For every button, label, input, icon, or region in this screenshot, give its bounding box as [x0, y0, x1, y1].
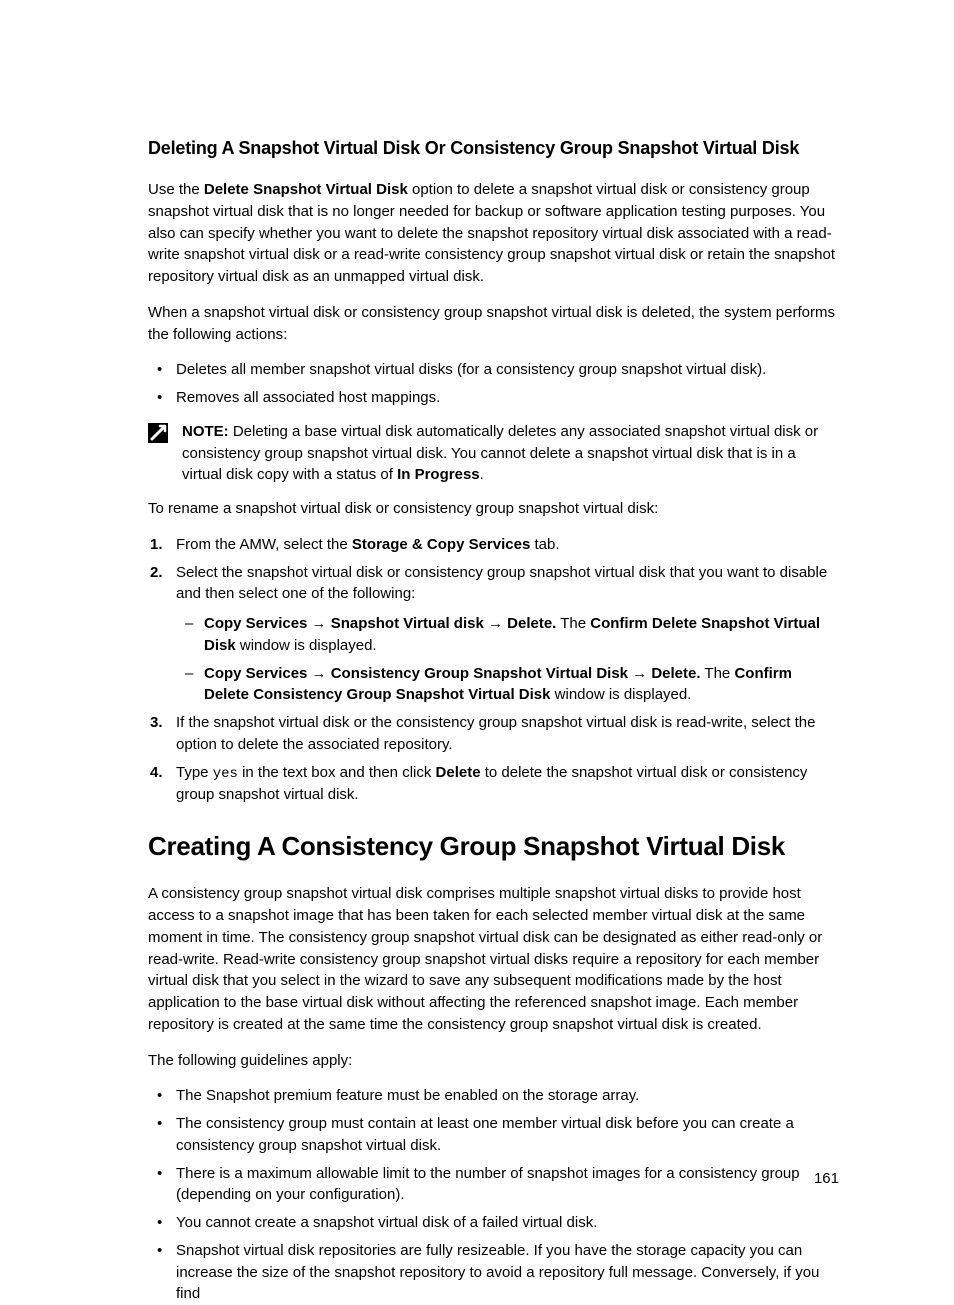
text: window is displayed. [236, 637, 377, 654]
text: . [480, 466, 484, 483]
text: Use the [148, 181, 204, 198]
text: From the AMW, select the [176, 536, 352, 553]
bullet-list: Deletes all member snapshot virtual disk… [148, 359, 839, 409]
note-label: NOTE: [182, 423, 229, 440]
bullet-list: The Snapshot premium feature must be ena… [148, 1085, 839, 1305]
text-bold: Delete [436, 764, 481, 781]
list-item: If the snapshot virtual disk or the cons… [148, 712, 839, 756]
text: The [556, 615, 590, 632]
numbered-list: From the AMW, select the Storage & Copy … [148, 534, 839, 806]
section-heading-creating: Creating A Consistency Group Snapshot Vi… [148, 828, 839, 866]
body-text: The following guidelines apply: [148, 1050, 839, 1072]
note-block: NOTE: Deleting a base virtual disk autom… [148, 421, 839, 486]
text-bold: Storage & Copy Services [352, 536, 530, 553]
note-text: NOTE: Deleting a base virtual disk autom… [182, 421, 839, 486]
list-item: Copy Services → Snapshot Virtual disk → … [176, 613, 839, 657]
list-item: Removes all associated host mappings. [148, 387, 839, 409]
section-heading-deleting: Deleting A Snapshot Virtual Disk Or Cons… [148, 135, 839, 161]
list-item: Type yes in the text box and then click … [148, 762, 839, 806]
text: in the text box and then click [238, 764, 436, 781]
list-item: Select the snapshot virtual disk or cons… [148, 562, 839, 707]
text: Deleting a base virtual disk automatical… [182, 423, 818, 484]
text-bold: Delete Snapshot Virtual Disk [204, 181, 408, 198]
text: Select the snapshot virtual disk or cons… [176, 564, 827, 603]
list-item: From the AMW, select the Storage & Copy … [148, 534, 839, 556]
text-bold: Copy Services → Consistency Group Snapsh… [204, 665, 701, 682]
body-text: A consistency group snapshot virtual dis… [148, 883, 839, 1035]
code-text: yes [213, 766, 238, 782]
list-item: Snapshot virtual disk repositories are f… [148, 1240, 839, 1305]
body-text: To rename a snapshot virtual disk or con… [148, 498, 839, 520]
list-item: You cannot create a snapshot virtual dis… [148, 1212, 839, 1234]
note-icon [148, 423, 168, 443]
page-number: 161 [814, 1168, 839, 1190]
body-text: When a snapshot virtual disk or consiste… [148, 302, 839, 346]
text: window is displayed. [550, 686, 691, 703]
text-bold: In Progress [397, 466, 480, 483]
text: The [701, 665, 735, 682]
text: Type [176, 764, 213, 781]
list-item: Deletes all member snapshot virtual disk… [148, 359, 839, 381]
dash-list: Copy Services → Snapshot Virtual disk → … [176, 613, 839, 706]
list-item: The Snapshot premium feature must be ena… [148, 1085, 839, 1107]
list-item: There is a maximum allowable limit to th… [148, 1163, 839, 1207]
body-text: Use the Delete Snapshot Virtual Disk opt… [148, 179, 839, 288]
list-item: The consistency group must contain at le… [148, 1113, 839, 1157]
text: tab. [530, 536, 559, 553]
list-item: Copy Services → Consistency Group Snapsh… [176, 663, 839, 707]
text-bold: Copy Services → Snapshot Virtual disk → … [204, 615, 556, 632]
